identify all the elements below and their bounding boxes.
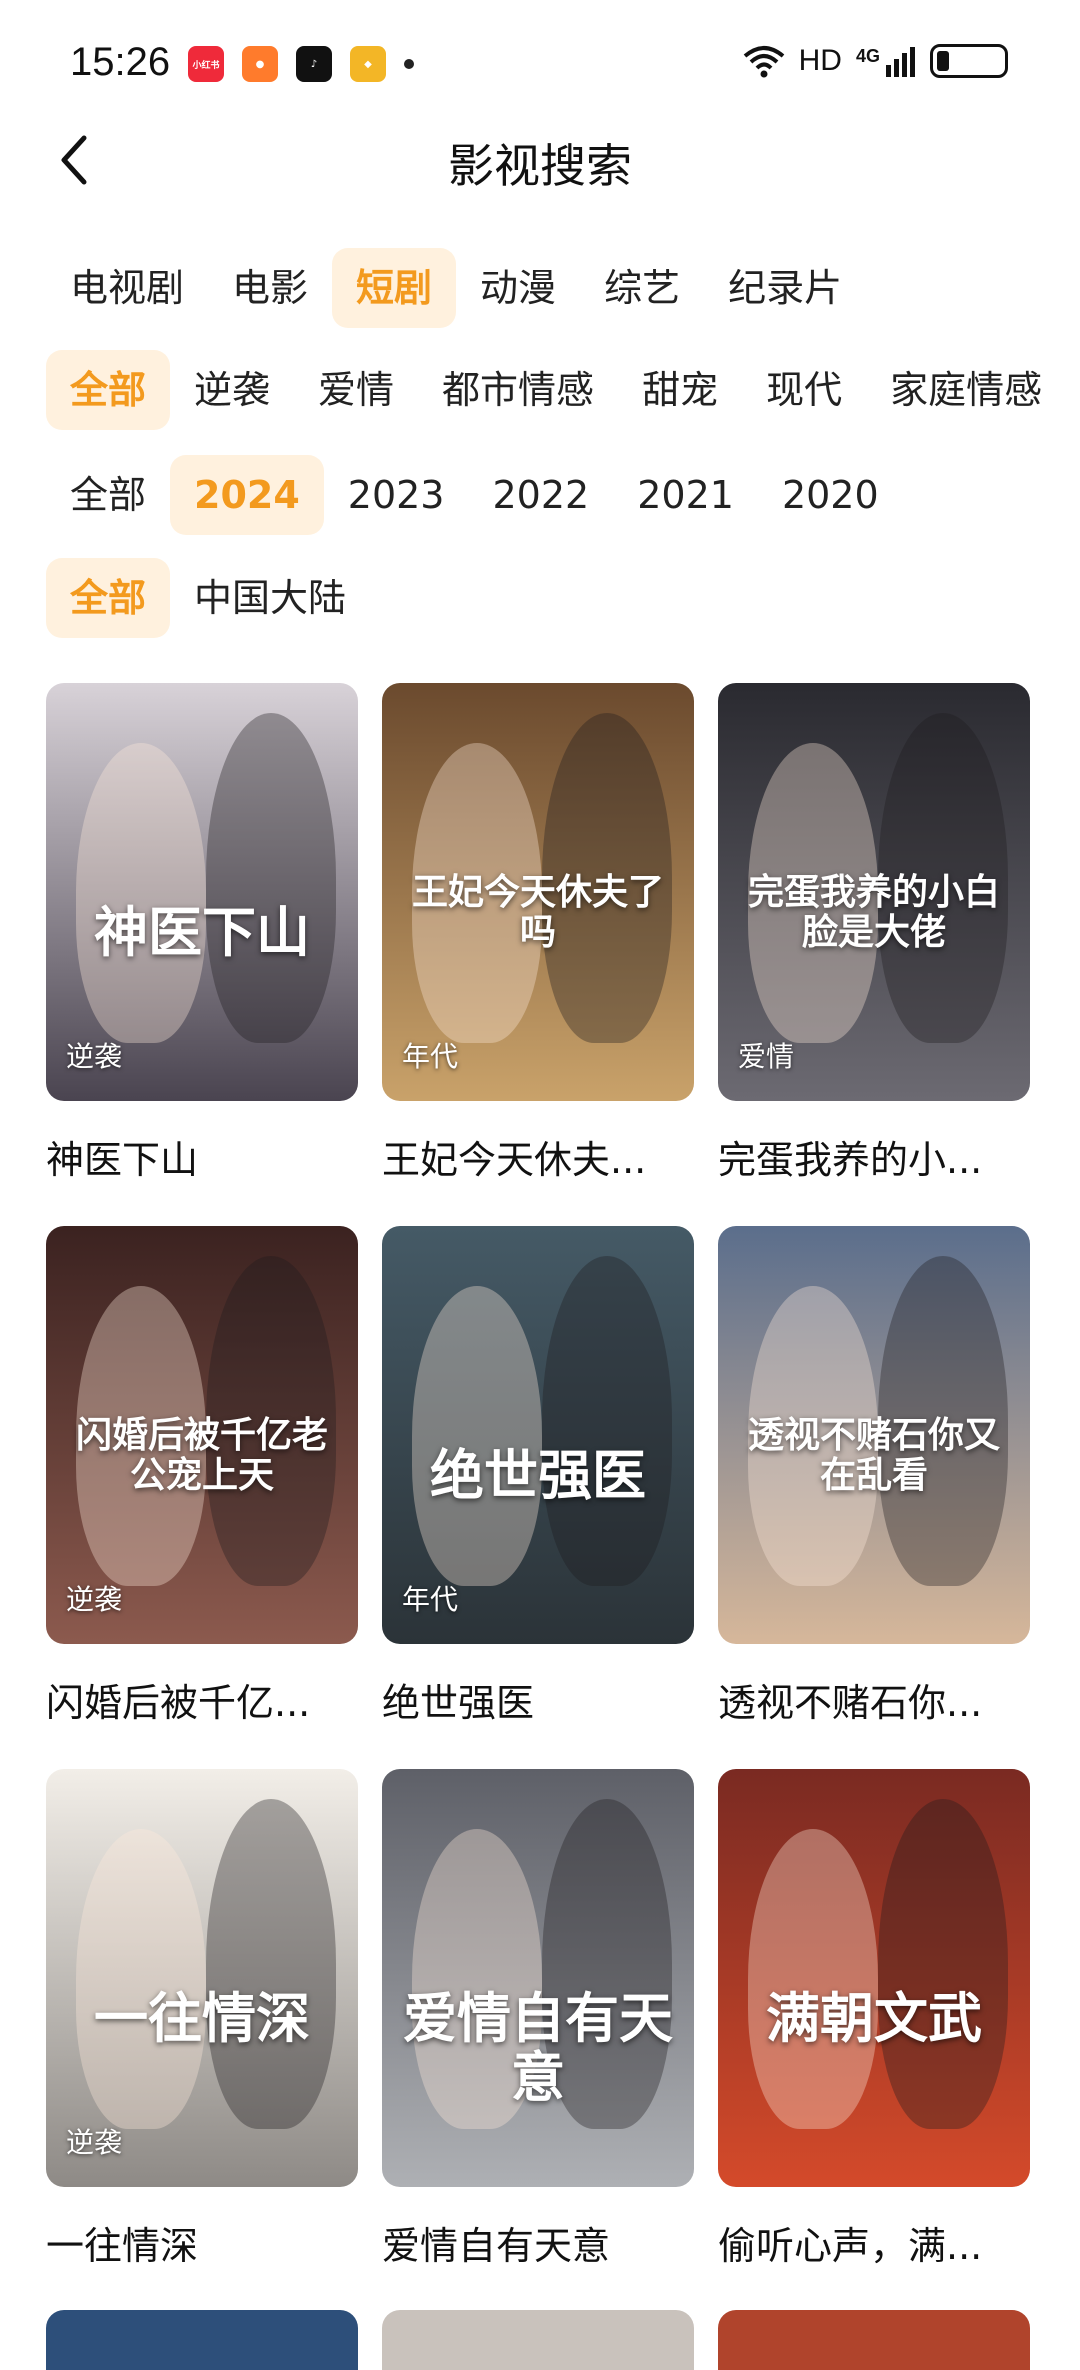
genre-tag: 逆袭	[66, 1040, 123, 1073]
battery-icon	[930, 44, 1008, 78]
result-card[interactable]: 爱情自有天意 爱情自有天意	[382, 1769, 694, 2270]
genre-chip[interactable]: 爱情	[294, 350, 418, 430]
category-chip[interactable]: 短剧	[332, 248, 457, 328]
genre-tag: 逆袭	[66, 1583, 123, 1616]
poster-image[interactable]: 神医下山逆袭	[46, 683, 358, 1101]
year-chip[interactable]: 2023	[324, 455, 469, 535]
poster-title-art: 一往情深	[94, 1986, 310, 2050]
year-filter: 全部 2024 2023 2022 2021 2020	[46, 455, 903, 535]
status-time: 15:26	[70, 40, 171, 84]
wifi-icon	[743, 46, 784, 78]
app-icon: ●	[242, 46, 278, 82]
genre-chip[interactable]: 全部	[46, 350, 171, 430]
result-title[interactable]: 闪婚后被千亿...	[46, 1672, 358, 1727]
category-chip[interactable]: 动漫	[456, 248, 580, 328]
wallet-icon: ◆	[350, 46, 386, 82]
poster-image[interactable]: 王妃今天休夫了吗年代	[382, 683, 694, 1101]
result-card[interactable]: 完蛋我养的小白脸是大佬爱情完蛋我养的小...	[718, 683, 1030, 1184]
genre-tag: 年代	[402, 1040, 459, 1073]
result-card[interactable]: 绝世强医 年代 绝世强医	[382, 1226, 694, 1727]
result-title[interactable]: 王妃今天休夫...	[382, 1129, 694, 1184]
result-card[interactable]: 王妃今天休夫了吗年代王妃今天休夫...	[382, 683, 694, 1184]
year-chip[interactable]: 2022	[469, 455, 614, 535]
hd-indicator: HD	[798, 44, 842, 77]
result-title[interactable]: 爱情自有天意	[382, 2215, 694, 2270]
result-card[interactable]: 神医下山 逆袭 神医下山	[46, 683, 358, 1184]
poster-image[interactable]: 透视不赌石你又在乱看	[718, 1226, 1030, 1644]
poster-figure	[878, 1799, 1008, 2129]
poster-title-art: 绝世强医	[430, 1443, 646, 1507]
poster-figure	[748, 1829, 878, 2129]
more-notifications-dot	[404, 59, 414, 69]
partial-poster[interactable]	[718, 2310, 1030, 2370]
partial-poster[interactable]	[382, 2310, 694, 2370]
category-chip[interactable]: 电视剧	[46, 248, 208, 328]
genre-chip[interactable]: 家庭情感	[866, 350, 1066, 430]
year-chip[interactable]: 全部	[46, 455, 170, 535]
region-filter: 全部 中国大陆	[46, 558, 370, 638]
result-title[interactable]: 绝世强医	[382, 1672, 694, 1727]
tiktok-icon: ♪	[296, 46, 332, 82]
genre-tag: 年代	[402, 1583, 459, 1616]
poster-image[interactable]: 闪婚后被千亿老公宠上天逆袭	[46, 1226, 358, 1644]
genre-chip[interactable]: 都市情感	[418, 350, 618, 430]
poster-title-art: 神医下山	[94, 900, 310, 964]
page-title: 影视搜索	[448, 139, 632, 193]
result-card[interactable]: 满朝文武偷听心声，满...	[718, 1769, 1030, 2270]
genre-filter: 全部 逆袭 爱情 都市情感 甜宠 现代 家庭情感	[46, 350, 1066, 430]
result-card[interactable]: 透视不赌石你又在乱看透视不赌石你...	[718, 1226, 1030, 1727]
result-title[interactable]: 透视不赌石你...	[718, 1672, 1030, 1727]
signal-icon	[886, 47, 915, 77]
notification-icons: 小红书 ● ♪ ◆	[188, 46, 414, 82]
genre-chip[interactable]: 甜宠	[618, 350, 742, 430]
poster-image[interactable]: 完蛋我养的小白脸是大佬爱情	[718, 683, 1030, 1101]
poster-image[interactable]: 爱情自有天意	[382, 1769, 694, 2187]
poster-image[interactable]: 一往情深逆袭	[46, 1769, 358, 2187]
result-title[interactable]: 一往情深	[46, 2215, 358, 2270]
category-chip[interactable]: 综艺	[580, 248, 704, 328]
poster-title-art: 满朝文武	[766, 1986, 982, 2050]
status-bar: 15:26 小红书 ● ♪ ◆ HD 4G	[0, 0, 1080, 130]
xiaohongshu-icon: 小红书	[188, 46, 224, 82]
poster-title-art: 透视不赌石你又在乱看	[747, 1414, 1000, 1496]
poster-figure	[412, 1286, 542, 1586]
category-chip[interactable]: 电影	[208, 248, 332, 328]
poster-figure	[542, 1256, 672, 1586]
poster-figure	[206, 713, 336, 1043]
system-icons: HD 4G	[743, 44, 1008, 78]
poster-image[interactable]: 绝世强医年代	[382, 1226, 694, 1644]
poster-image[interactable]: 满朝文武	[718, 1769, 1030, 2187]
result-title[interactable]: 偷听心声，满...	[718, 2215, 1030, 2270]
poster-title-art: 爱情自有天意	[403, 1986, 673, 2110]
poster-title-art: 完蛋我养的小白脸是大佬	[747, 871, 1000, 953]
partial-poster[interactable]	[46, 2310, 358, 2370]
poster-figure	[76, 743, 206, 1043]
result-title[interactable]: 完蛋我养的小...	[718, 1129, 1030, 1184]
poster-figure	[206, 1799, 336, 2129]
category-filter: 电视剧 电影 短剧 动漫 综艺 纪录片	[46, 248, 866, 328]
region-chip[interactable]: 全部	[46, 558, 171, 638]
year-chip[interactable]: 2024	[170, 455, 324, 535]
result-card[interactable]: 闪婚后被千亿老公宠上天逆袭闪婚后被千亿...	[46, 1226, 358, 1727]
network-type: 4G	[855, 45, 880, 66]
poster-title-art: 闪婚后被千亿老公宠上天	[75, 1414, 328, 1496]
poster-figure	[76, 1829, 206, 2129]
year-chip[interactable]: 2021	[613, 455, 758, 535]
genre-tag: 爱情	[738, 1040, 795, 1073]
category-chip[interactable]: 纪录片	[704, 248, 866, 328]
genre-tag: 逆袭	[66, 2126, 123, 2159]
genre-chip[interactable]: 现代	[742, 350, 866, 430]
genre-chip[interactable]: 逆袭	[170, 350, 294, 430]
header: 影视搜索	[0, 120, 1080, 200]
result-card[interactable]: 一往情深 逆袭 一往情深	[46, 1769, 358, 2270]
poster-title-art: 王妃今天休夫了吗	[411, 871, 664, 953]
result-title[interactable]: 神医下山	[46, 1129, 358, 1184]
year-chip[interactable]: 2020	[758, 455, 903, 535]
region-chip[interactable]: 中国大陆	[170, 558, 370, 638]
